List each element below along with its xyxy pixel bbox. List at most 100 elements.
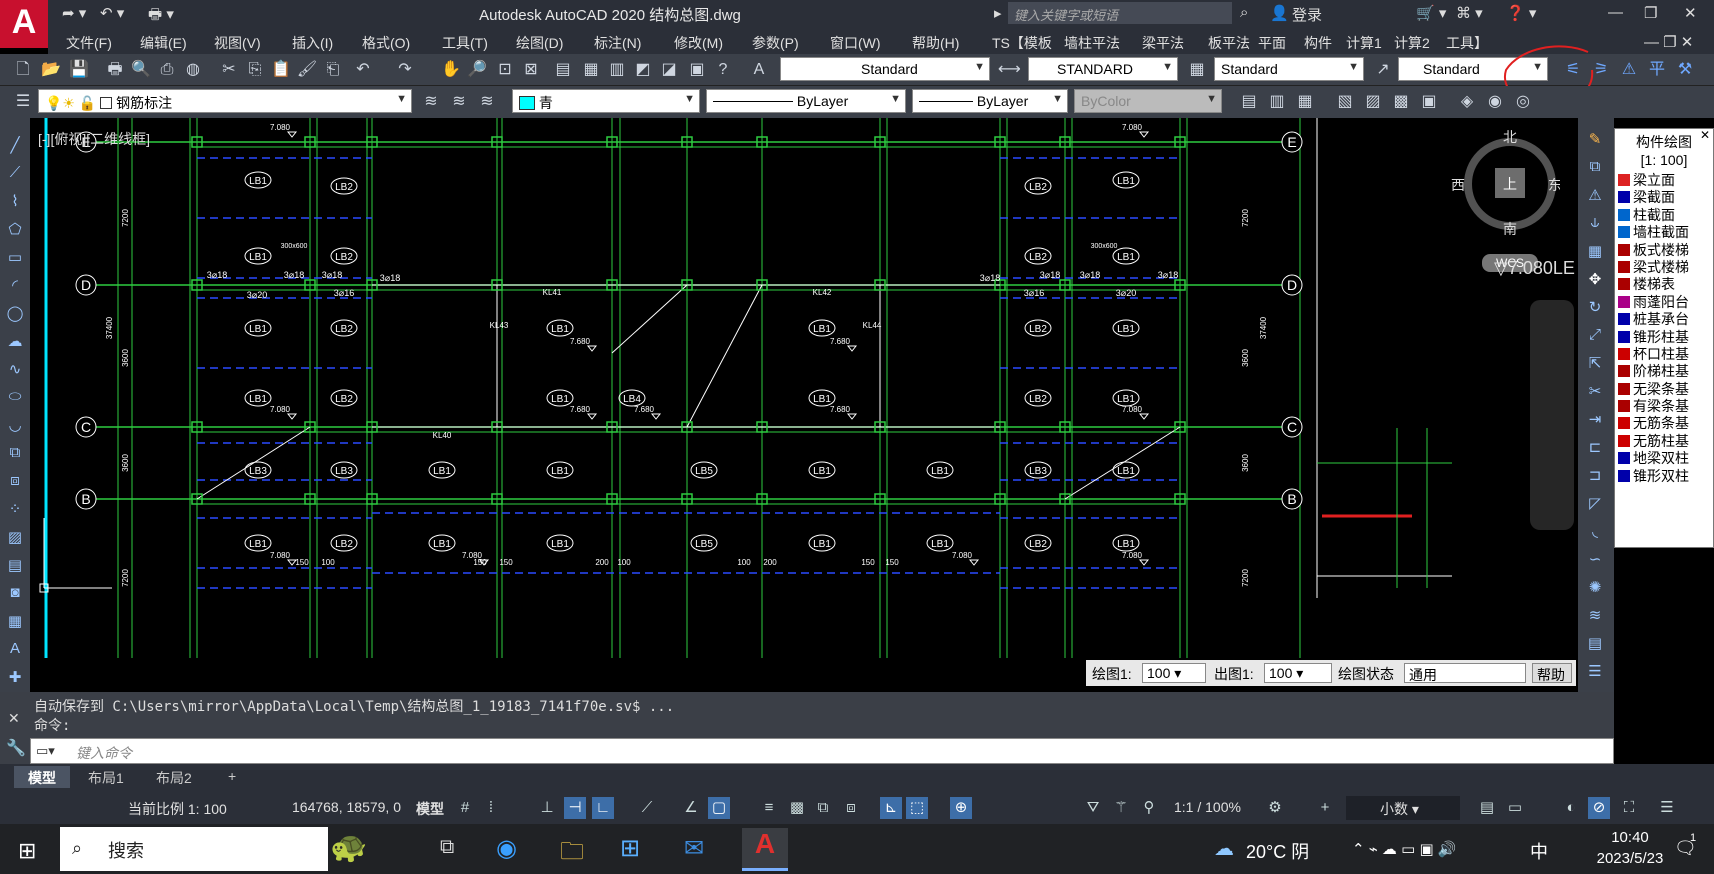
3d-dwf-icon[interactable]: ◍	[182, 59, 204, 81]
annotation-plus-icon[interactable]: +	[1314, 797, 1336, 819]
weather-text[interactable]: 20°C 阴	[1246, 838, 1309, 864]
component-item-14[interactable]: 无筋条基	[1615, 415, 1713, 432]
menu-item-6[interactable]: 绘图(D)	[516, 33, 563, 53]
menu-item-9[interactable]: 参数(P)	[752, 33, 799, 53]
layer-previous-icon[interactable]: ≋	[448, 91, 470, 113]
blend-icon[interactable]: ∽	[1584, 550, 1606, 572]
menu-item-8[interactable]: 修改(M)	[674, 33, 723, 53]
publish-icon[interactable]: ⎙	[156, 59, 178, 81]
polar-icon[interactable]: ∟	[592, 797, 614, 819]
panel-close-icon[interactable]: ✕	[1700, 128, 1710, 142]
menu-item-1[interactable]: 编辑(E)	[140, 33, 187, 53]
polyline-icon[interactable]: ⌇	[4, 192, 26, 214]
windows-start-icon[interactable]: ⊞	[18, 838, 36, 864]
ts-stack-icon[interactable]: ▤	[1584, 634, 1606, 656]
xline-icon[interactable]: ⟋	[4, 164, 26, 186]
redo-icon[interactable]: ↷	[394, 59, 416, 81]
component-item-16[interactable]: 地梁双柱	[1615, 450, 1713, 467]
preview-icon[interactable]: 🔍	[130, 59, 152, 81]
menu-item-12[interactable]: TS【模板	[992, 33, 1052, 53]
component-item-10[interactable]: 杯口柱基	[1615, 346, 1713, 363]
units-select[interactable]: 小数 ▾	[1346, 796, 1460, 820]
quick-access-undo-icon[interactable]: ↶ ▾	[100, 4, 124, 22]
undo-icon[interactable]: ↶	[352, 59, 374, 81]
text-style-select[interactable]: Standard ▼	[780, 57, 990, 81]
menu-item-4[interactable]: 格式(O)	[362, 33, 410, 53]
hardware-accel-icon[interactable]: ⊘	[1588, 797, 1610, 819]
insert-block-icon[interactable]: ⧉	[4, 444, 26, 466]
new-file-icon[interactable]: 🗋	[12, 59, 34, 81]
component-item-15[interactable]: 无筋柱基	[1615, 433, 1713, 450]
selection-filter-icon[interactable]: ⬚	[906, 797, 928, 819]
viewcube-top-face[interactable]: 上	[1503, 176, 1517, 192]
region-icon[interactable]: ◙	[4, 584, 26, 606]
ts-icon-e[interactable]: ▨	[1362, 91, 1384, 113]
cart-icon[interactable]: 🛒 ▾	[1416, 4, 1446, 22]
pan-icon[interactable]: ✋	[440, 59, 462, 81]
rectangle-icon[interactable]: ▭	[4, 248, 26, 270]
isolate-icon[interactable]: ◐	[1560, 797, 1582, 819]
fillet-icon[interactable]: ◟	[1584, 522, 1606, 544]
zoom-window-icon[interactable]: ⊡	[494, 59, 516, 81]
clean-screen-icon[interactable]: ⛶	[1618, 797, 1640, 819]
ts-icon-c[interactable]: ▦	[1294, 91, 1316, 113]
menu-item-7[interactable]: 标注(N)	[594, 33, 641, 53]
layer-select[interactable]: 💡☀ 🔓 钢筋标注 ▼	[38, 89, 412, 113]
ts-list-icon[interactable]: ☰	[1584, 662, 1606, 684]
ellipse-arc-icon[interactable]: ◡	[4, 416, 26, 438]
component-item-9[interactable]: 锥形柱基	[1615, 329, 1713, 346]
gradient-icon[interactable]: ▤	[4, 556, 26, 578]
ime-indicator[interactable]: 中	[1530, 838, 1548, 864]
tool-palettes-icon[interactable]: ▥	[606, 59, 628, 81]
weather-icon[interactable]: ☁	[1214, 836, 1234, 861]
component-item-4[interactable]: 板式楼梯	[1615, 242, 1713, 259]
ts-icon-d[interactable]: ▧	[1334, 91, 1356, 113]
component-item-7[interactable]: 雨蓬阳台	[1615, 294, 1713, 311]
join-icon[interactable]: ⊐	[1584, 466, 1606, 488]
table-style-select[interactable]: Standard ▼	[1214, 57, 1364, 81]
linetype-select[interactable]: ByLayer ▼	[706, 89, 906, 113]
component-item-11[interactable]: 阶梯柱基	[1615, 363, 1713, 380]
line-icon[interactable]: ╱	[4, 136, 26, 158]
status-customize-icon[interactable]: ☰	[1656, 797, 1678, 819]
anno-visibility-icon[interactable]: ⚚	[1110, 797, 1132, 819]
sheet-set-icon[interactable]: ◩	[632, 59, 654, 81]
menu-item-17[interactable]: 构件	[1304, 33, 1332, 53]
plot-icon[interactable]: 🖶	[104, 59, 126, 81]
gizmo-icon[interactable]: ⊕	[950, 797, 972, 819]
ts-tool-5-icon[interactable]: ⚒	[1674, 59, 1696, 81]
mail-icon[interactable]: ✉	[684, 834, 704, 863]
dim-style-icon[interactable]: ⟷	[998, 59, 1021, 81]
array-icon[interactable]: ▦	[1584, 242, 1606, 264]
menu-item-20[interactable]: 工具】	[1446, 33, 1488, 53]
component-item-8[interactable]: 桩基承台	[1615, 311, 1713, 328]
restore-icon[interactable]: ❐	[1644, 4, 1657, 22]
dynamic-input-icon[interactable]: ⊥	[536, 797, 558, 819]
ts-icon-g[interactable]: ▣	[1418, 91, 1440, 113]
erase-icon[interactable]: ✎	[1584, 130, 1606, 152]
clock-date[interactable]: 2023/5/23	[1590, 850, 1670, 867]
menu-item-18[interactable]: 计算1	[1346, 33, 1382, 53]
menu-item-16[interactable]: 平面	[1258, 33, 1286, 53]
make-current-layer-icon[interactable]: ≋	[420, 91, 442, 113]
user-icon[interactable]: 👤	[1270, 4, 1289, 22]
ortho-icon[interactable]: ⊣	[564, 797, 586, 819]
selection-cycling-icon[interactable]: ⧉	[812, 797, 834, 819]
dynamic-ucs-icon[interactable]: ⊾	[880, 797, 902, 819]
quick-access-redo-icon[interactable]: ➦ ▾	[62, 4, 86, 22]
table-icon[interactable]: ▦	[4, 612, 26, 634]
trim-icon[interactable]: ✂	[1584, 382, 1606, 404]
quick-props-icon[interactable]: ▤	[1476, 797, 1498, 819]
compass-south[interactable]: 南	[1503, 221, 1517, 237]
doc-minimize-icon[interactable]: — ❐ ✕	[1644, 33, 1693, 51]
scale-icon[interactable]: ⤢	[1584, 326, 1606, 348]
binoculars-icon[interactable]: ⌕	[1240, 4, 1248, 21]
customize-icon[interactable]: 🔧	[6, 738, 26, 758]
mleader-style-icon[interactable]: ↗	[1372, 59, 1394, 81]
menu-item-0[interactable]: 文件(F)	[66, 33, 112, 53]
login-link[interactable]: 登录	[1292, 4, 1322, 25]
viewport-controls-label[interactable]: [-][俯视][二维线框]	[38, 129, 150, 149]
revcloud-icon[interactable]: ☁	[4, 332, 26, 354]
keyword-search-input[interactable]: 键入关键字或短语	[1008, 2, 1232, 24]
component-item-6[interactable]: 楼梯表	[1615, 276, 1713, 293]
